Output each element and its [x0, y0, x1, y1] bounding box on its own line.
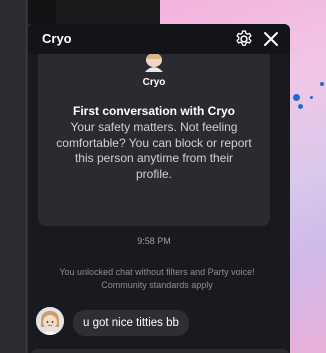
- intro-card: Cryo First conversation with Cryo Your s…: [38, 54, 270, 226]
- gear-icon[interactable]: [234, 29, 254, 49]
- chat-title: Cryo: [42, 31, 72, 46]
- scene-dot: [310, 96, 313, 99]
- background-dark-block: [56, 0, 162, 24]
- card-heading: First conversation with Cryo: [72, 104, 236, 118]
- avatar[interactable]: [139, 54, 169, 72]
- scene-dot: [320, 82, 324, 86]
- chat-message-bubble: u got nice titties bb: [73, 310, 189, 336]
- background-divider: [26, 0, 27, 353]
- card-username: Cryo: [142, 77, 166, 88]
- close-icon[interactable]: [262, 30, 280, 48]
- message-input[interactable]: [31, 349, 289, 353]
- avatar[interactable]: [36, 307, 64, 335]
- chat-header: Cryo: [28, 24, 290, 54]
- system-message: You unlocked chat without filters and Pa…: [59, 267, 255, 290]
- scene-dot: [293, 94, 300, 101]
- scene-dot: [298, 104, 303, 109]
- message-timestamp: 9:58 PM: [137, 236, 171, 246]
- chat-window: Cryo Cryo First conversation with Cryo Y…: [28, 24, 290, 353]
- background-left-panel: [0, 0, 28, 353]
- card-safety-text: Your safety matters. Not feeling comfort…: [56, 120, 252, 181]
